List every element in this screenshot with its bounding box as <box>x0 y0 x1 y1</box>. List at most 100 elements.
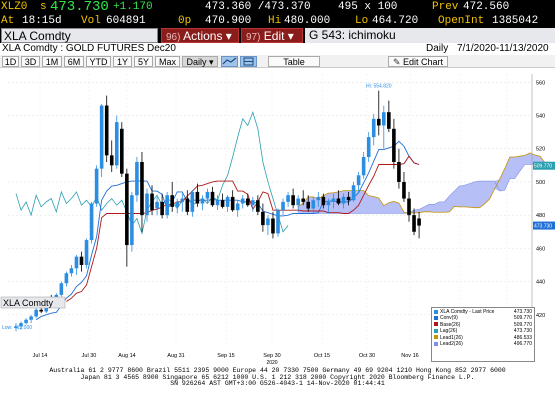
candle-body <box>356 175 361 186</box>
x-tick-label: Aug 31 <box>167 353 184 359</box>
legend-label: Lead2(26) <box>440 340 463 347</box>
x-tick-label: Sep 30 <box>263 353 280 359</box>
candle-body <box>114 122 119 166</box>
candle-body <box>140 162 144 216</box>
chart-legend: XLA Comdty - Last Price 473.730 Conv(9) 50… <box>431 307 535 362</box>
candle-body <box>175 201 180 207</box>
candle-body <box>336 198 341 204</box>
price-tag-conversion: 509.770 <box>534 164 552 170</box>
x-tick-label: Oct 15 <box>314 353 330 359</box>
indicator-lines <box>15 110 551 321</box>
candle-body <box>266 218 270 226</box>
edit-number: 97) <box>246 32 261 43</box>
net-change: +1.170 <box>113 1 153 13</box>
at-label: At <box>1 15 15 27</box>
candle-body <box>155 201 159 209</box>
candle-body <box>120 128 124 174</box>
candle-body <box>220 200 225 207</box>
legend-swatch <box>434 322 438 327</box>
security-input[interactable]: XLA Comdty <box>1 28 158 43</box>
command-bar: XLA Comdty 96) Actions ▾ 97) Edit ▾ G 54… <box>0 28 555 43</box>
candle-body <box>382 112 386 126</box>
y-tick-label: 560 <box>536 80 545 86</box>
bid-ask-size: 495 x 100 <box>338 1 398 13</box>
y-tick-label: 460 <box>536 246 545 252</box>
legend-entry-lead2: Lead2(26) 496.770 <box>434 341 532 347</box>
edit-chart-icon: ✎ <box>392 57 401 67</box>
price-chart[interactable]: 420 440 460 480 500 520 540 560 Jul 14 Jul 30 Aug … <box>0 68 555 366</box>
candle-body <box>351 185 356 201</box>
lo-label: Lo <box>355 15 369 27</box>
low-annotation: Low: 412.000 <box>2 325 32 331</box>
period-1d-button[interactable]: 1D <box>2 56 19 67</box>
candle-body <box>407 198 411 216</box>
candle-body <box>235 203 240 211</box>
chart-type-icon[interactable] <box>221 56 238 67</box>
candle-body <box>417 218 421 226</box>
period-5y-button[interactable]: 5Y <box>134 56 153 67</box>
last-trade-time: 18:15d <box>22 15 62 27</box>
y-tick-label: 500 <box>536 180 545 186</box>
last-price: 473.730 <box>50 0 109 15</box>
hi-label: Hi <box>268 15 282 27</box>
period-1y-button[interactable]: 1Y <box>113 56 132 67</box>
candle-body <box>281 201 285 211</box>
candle-body <box>240 198 245 204</box>
legend-swatch <box>434 335 438 340</box>
candle-body <box>286 195 290 202</box>
candle-body <box>230 196 235 211</box>
candle-body <box>104 105 109 156</box>
candle-body <box>387 112 391 129</box>
period-6m-button[interactable]: 6M <box>64 56 84 67</box>
candle-body <box>135 162 139 196</box>
vol-value: 604891 <box>106 15 146 27</box>
contract-label: Dec20 <box>147 43 176 54</box>
x-tick-label: Sep 15 <box>217 353 234 359</box>
candle-body <box>261 211 265 226</box>
candle-body <box>125 173 129 246</box>
candle-body <box>256 200 260 212</box>
candle-body <box>69 268 74 274</box>
frequency-dropdown[interactable]: Daily ▾ <box>182 56 218 67</box>
candle-body <box>331 198 336 202</box>
candle-body <box>341 196 346 204</box>
candle-body <box>215 200 220 206</box>
date-range: 7/1/2020-11/13/2020 <box>457 43 549 54</box>
x-tick-label: Aug 14 <box>118 353 135 359</box>
x-tick-label: Oct 30 <box>359 353 375 359</box>
candle-body <box>180 198 185 202</box>
candle-body <box>371 118 376 138</box>
table-button[interactable]: Table <box>268 56 320 67</box>
high-annotation: Hi: 554.820 <box>366 84 392 90</box>
bid-ask: 473.360 /473.370 <box>205 1 311 13</box>
candle-body <box>99 105 104 169</box>
legend-swatch <box>434 309 438 314</box>
period-max-button[interactable]: Max <box>155 56 180 67</box>
ticker: XLZ0 <box>1 1 28 13</box>
candle-body <box>195 191 200 204</box>
candle-body <box>412 215 416 232</box>
edit-label: Edit ▾ <box>263 29 294 43</box>
legend-label: Lead1(26) <box>440 334 463 341</box>
x-tick-label: Jul 14 <box>33 353 48 359</box>
candle-body <box>39 309 43 312</box>
period-3d-button[interactable]: 3D <box>21 56 40 67</box>
grid-view-icon[interactable] <box>240 56 257 67</box>
candle-body <box>170 195 174 207</box>
cloud-area <box>298 152 551 214</box>
vol-label: Vol <box>81 15 101 27</box>
period-ytd-button[interactable]: YTD <box>86 56 111 67</box>
legend-value: 496.770 <box>513 340 532 347</box>
copyright-footer: Australia 61 2 9777 8600 Brazil 5511 239… <box>0 366 555 400</box>
candle-body <box>165 195 169 216</box>
edit-chart-button[interactable]: ✎ Edit Chart <box>388 56 448 67</box>
actions-menu-button[interactable]: 96) Actions ▾ <box>161 28 239 43</box>
actions-label: Actions ▾ <box>183 29 232 43</box>
price-tag-last: 473.730 <box>534 224 552 230</box>
candle-body <box>291 195 295 206</box>
candle-body <box>29 316 33 320</box>
edit-menu-button[interactable]: 97) Edit ▾ <box>241 28 303 43</box>
y-tick-label: 440 <box>536 280 545 286</box>
legend-swatch <box>434 328 438 333</box>
period-1m-button[interactable]: 1M <box>42 56 62 67</box>
